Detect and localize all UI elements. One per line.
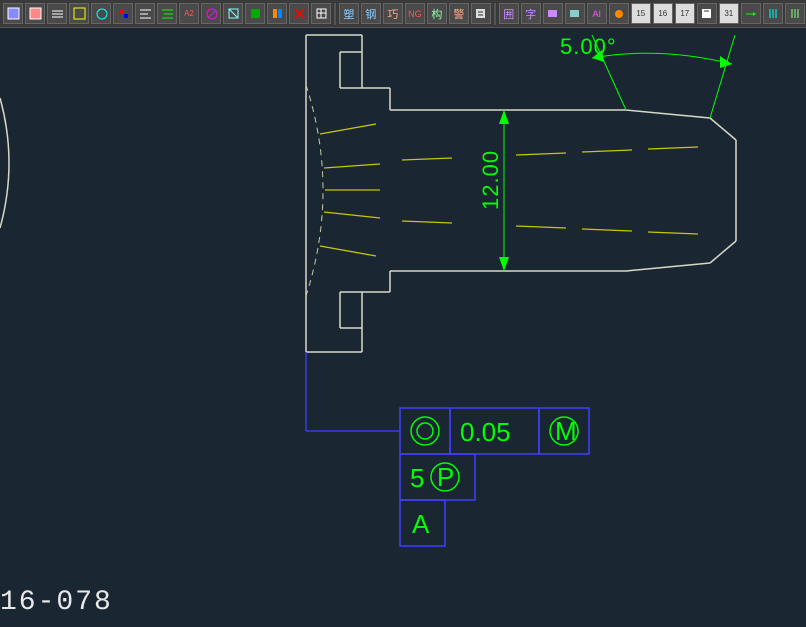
tb-btn-17[interactable]: 17	[675, 3, 695, 24]
tb-btn-jing[interactable]: 警	[449, 3, 469, 24]
gdt-leader	[306, 352, 400, 431]
toolbar-separator-2	[494, 3, 496, 25]
tb-btn-g1-4[interactable]	[69, 3, 89, 24]
tb-btn-zi[interactable]: 字	[521, 3, 541, 24]
entity-boss-bottom	[340, 292, 390, 328]
tb-btn-g1-10[interactable]	[201, 3, 221, 24]
tb-btn-g1-7[interactable]	[135, 3, 155, 24]
drawing-canvas[interactable]: 5.00° 12.00 0.05 M 5	[0, 28, 806, 627]
tb-btn-15[interactable]: 15	[631, 3, 651, 24]
tb-btn-g1-13[interactable]	[267, 3, 287, 24]
gdt-tolerance-text: 0.05	[460, 417, 511, 447]
dim-angle-text: 5.00°	[560, 34, 617, 59]
tb-btn-g1-6[interactable]	[113, 3, 133, 24]
gdt-frame: 0.05 M 5 P A	[400, 408, 589, 546]
gdt-row2-modifier: P	[437, 462, 454, 492]
tb-btn-g1-1[interactable]	[3, 3, 23, 24]
dim-angle: 5.00°	[560, 34, 735, 118]
entity-hidden-arc	[306, 85, 323, 296]
tb-btn-g3-12[interactable]	[741, 3, 761, 24]
tb-btn-ng[interactable]: NG	[405, 3, 425, 24]
tb-btn-ai[interactable]: AI	[587, 3, 607, 24]
gdt-modifier-text: M	[555, 416, 577, 446]
entity-shaft	[390, 88, 736, 292]
entity-left-arc	[0, 98, 9, 228]
tb-btn-gou[interactable]: 构	[427, 3, 447, 24]
tb-btn-cal[interactable]	[471, 3, 491, 24]
tb-btn-g1-15[interactable]	[311, 3, 331, 24]
main-toolbar: A2 塑 钢 巧 NG 构 警 囲 字 AI 15 16 17 31	[0, 0, 806, 28]
dim-diameter-text: 12.00	[478, 150, 503, 210]
tb-btn-16[interactable]: 16	[653, 3, 673, 24]
tb-btn-g1-2[interactable]	[25, 3, 45, 24]
entity-boss-top	[340, 52, 390, 88]
tb-btn-qiao[interactable]: 巧	[383, 3, 403, 24]
tb-btn-g1-9[interactable]: A2	[179, 3, 199, 24]
centerlines	[320, 124, 698, 256]
tb-btn-g3-14[interactable]	[785, 3, 805, 24]
entity-flange	[306, 35, 362, 352]
drawing-number: 16-078	[0, 587, 113, 618]
toolbar-separator-1	[334, 3, 336, 25]
tb-btn-box[interactable]: 囲	[499, 3, 519, 24]
tb-btn-g1-8[interactable]	[157, 3, 177, 24]
gdt-datum-text: A	[412, 509, 430, 539]
tb-btn-g1-12[interactable]	[245, 3, 265, 24]
tb-btn-g3-4[interactable]	[565, 3, 585, 24]
tb-btn-g1-3[interactable]	[47, 3, 67, 24]
tb-btn-g3-13[interactable]	[763, 3, 783, 24]
tb-btn-g3-3[interactable]	[543, 3, 563, 24]
tb-btn-gang[interactable]: 钢	[361, 3, 381, 24]
tb-btn-su[interactable]: 塑	[339, 3, 359, 24]
tb-btn-g3-10[interactable]	[697, 3, 717, 24]
tb-btn-g3-6[interactable]	[609, 3, 629, 24]
tb-btn-g1-5[interactable]	[91, 3, 111, 24]
tb-btn-31[interactable]: 31	[719, 3, 739, 24]
gdt-row2-value: 5	[410, 463, 424, 493]
tb-btn-g1-11[interactable]	[223, 3, 243, 24]
dim-diameter: 12.00	[478, 110, 509, 271]
drawing-svg: 5.00° 12.00 0.05 M 5	[0, 28, 806, 627]
tb-btn-g1-14[interactable]	[289, 3, 309, 24]
